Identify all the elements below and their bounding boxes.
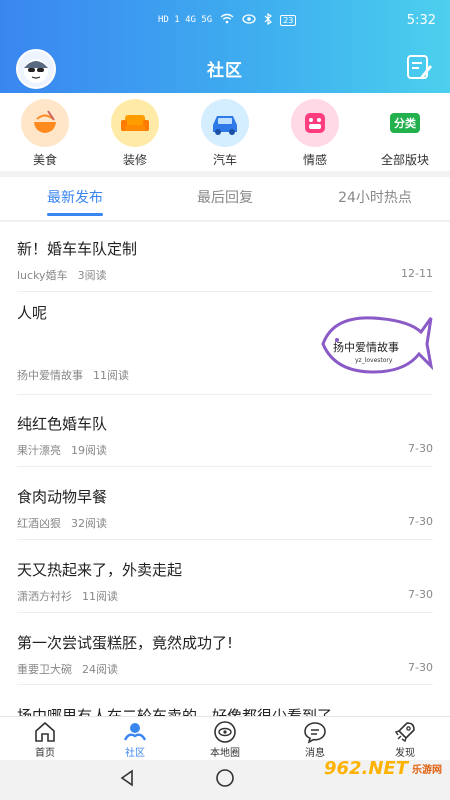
page-title: 社区 [207,60,243,81]
category-label: 装修 [122,153,147,167]
post-author: 重要卫大碗 [17,663,72,676]
feed-tabs: 最新发布 最后回复 24小时热点 [0,177,450,221]
watermark: 962.NET 乐游网 [324,758,442,779]
post-meta: 重要卫大碗 24阅读 7-30 [17,661,433,677]
category-emotion[interactable]: 情感 [275,99,355,171]
signal-indicator: HD 1 4G 5G [158,15,213,25]
heart-face-icon [291,99,339,147]
post-author: 潇洒方衬衫 [17,590,72,603]
post-date: 7-30 [408,661,433,674]
post-meta: lucky婚车 3阅读 12-11 [17,267,433,283]
post-author: 扬中爱情故事 [17,369,83,382]
car-icon [201,99,249,147]
post-reads: 3阅读 [77,269,107,282]
bottom-nav: 首页 社区 本地圈 消息 发现 [0,716,450,760]
category-label: 全部版块 [380,153,429,167]
nav-label: 首页 [35,748,55,759]
post-meta: 潇洒方衬衫 11阅读 7-30 [17,588,433,604]
title-bar: 社区 [0,46,450,90]
nav-label: 发现 [395,748,415,759]
noodle-bowl-icon [21,99,69,147]
battery-indicator: 23 [280,14,297,26]
post-reads: 11阅读 [93,369,129,382]
post-author: 果汁漂亮 [17,444,61,457]
rocket-icon [394,722,415,743]
category-badge: 分类 [390,113,420,133]
watermark-sub: 乐游网 [412,765,442,776]
nav-community[interactable]: 社区 [90,717,180,760]
post-date: 7-30 [408,588,433,601]
tab-last-reply[interactable]: 最后回复 [150,177,300,220]
tab-24h-hot[interactable]: 24小时热点 [300,177,450,220]
list-item[interactable]: 人呢 扬中爱情故事 11阅读 扬中爱情故事 yz_lovestory [17,292,434,395]
nav-local[interactable]: 本地圈 [180,717,270,760]
clock: 5:32 [406,12,436,28]
eye-icon [242,13,256,27]
back-icon[interactable] [119,769,137,791]
status-bar: HD 1 4G 5G 23 5:32 [0,0,450,40]
category-label: 美食 [32,153,57,167]
post-meta: 红酒凶狠 32阅读 7-30 [17,515,433,531]
list-item[interactable]: 食肉动物早餐 红酒凶狠 32阅读 7-30 [17,467,433,540]
nav-discover[interactable]: 发现 [360,717,450,760]
community-icon [123,723,147,741]
list-item[interactable]: 扬中哪里有人在二轮车卖的，好像都很少看到了 [17,685,433,716]
post-reads: 32阅读 [71,517,107,530]
thumbnail-subtitle: yz_lovestory [355,357,393,364]
post-thumbnail[interactable]: 扬中爱情故事 yz_lovestory [313,304,434,382]
app-header: HD 1 4G 5G 23 5:32 社区 [0,0,450,93]
list-item[interactable]: 天又热起来了，外卖走起 潇洒方衬衫 11阅读 7-30 [17,540,433,613]
category-label: 汽车 [212,153,237,167]
post-title: 食肉动物早餐 [17,488,108,506]
nav-label: 社区 [125,748,145,759]
tab-latest[interactable]: 最新发布 [0,177,150,220]
post-title: 天又热起来了，外卖走起 [17,561,183,579]
post-title: 新！婚车车队定制 [17,240,138,258]
post-list: 新！婚车车队定制 lucky婚车 3阅读 12-11 人呢 扬中爱情故事 11阅… [0,222,450,716]
post-reads: 19阅读 [71,444,107,457]
home-circle-icon[interactable] [215,768,235,792]
post-date: 12-11 [401,267,433,280]
nav-label: 本地圈 [210,748,240,759]
list-item[interactable]: 新！婚车车队定制 lucky婚车 3阅读 12-11 [17,222,433,292]
post-author: lucky婚车 [17,269,68,282]
bluetooth-icon [264,12,273,28]
nav-messages[interactable]: 消息 [270,717,360,760]
edit-icon [407,55,432,79]
message-icon [304,722,326,744]
category-food[interactable]: 美食 [5,99,85,171]
compose-button[interactable] [404,52,434,82]
wifi-icon [220,13,234,27]
avatar[interactable] [16,49,56,89]
post-reads: 11阅读 [82,590,118,603]
post-reads: 24阅读 [82,663,118,676]
thumbnail-title: 扬中爱情故事 [333,340,399,354]
watermark-brand: 962.NET [323,758,408,779]
category-car[interactable]: 汽车 [185,99,265,171]
category-bar: 美食 装修 汽车 情感 分类 全部版块 [0,93,450,171]
sofa-icon [111,99,159,147]
list-item[interactable]: 第一次尝试蛋糕胚，竟然成功了! 重要卫大碗 24阅读 7-30 [17,613,433,685]
post-date: 7-30 [408,515,433,528]
post-title: 纯红色婚车队 [17,415,108,433]
nav-home[interactable]: 首页 [0,717,90,760]
category-label: 情感 [302,153,327,167]
post-title: 第一次尝试蛋糕胚，竟然成功了! [17,634,234,652]
list-item[interactable]: 纯红色婚车队 果汁漂亮 19阅读 7-30 [17,395,433,467]
eye-circle-icon [214,721,236,743]
post-author: 红酒凶狠 [17,517,61,530]
post-title: 扬中哪里有人在二轮车卖的，好像都很少看到了 [17,707,333,716]
category-all[interactable]: 分类 全部版块 [365,99,445,171]
post-meta: 果汁漂亮 19阅读 7-30 [17,442,433,458]
category-icon: 分类 [381,99,429,147]
nav-label: 消息 [305,748,325,759]
post-date: 7-30 [408,442,433,455]
category-decoration[interactable]: 装修 [95,99,175,171]
home-icon [35,721,55,742]
